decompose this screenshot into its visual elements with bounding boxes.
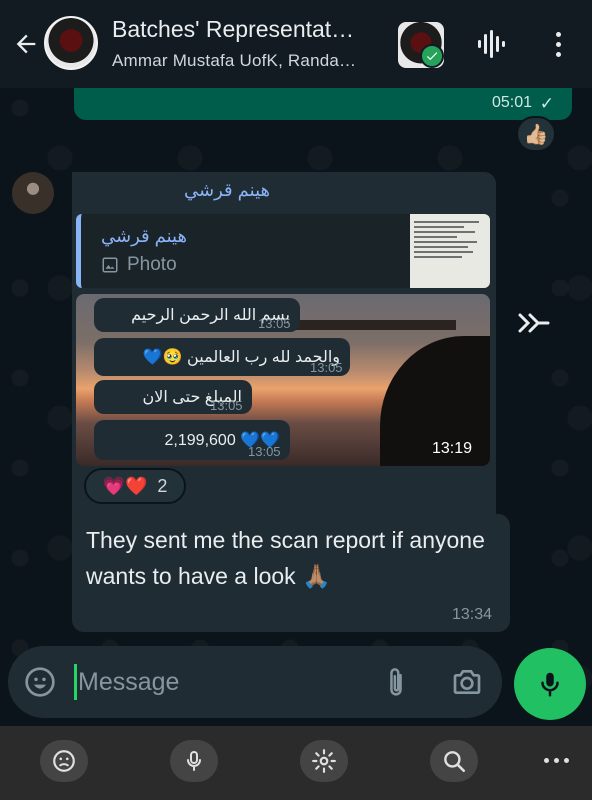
read-tick-icon: ✓ [539, 94, 554, 113]
group-avatar[interactable] [44, 16, 98, 70]
emoji-button[interactable] [24, 666, 56, 698]
reaction-badge[interactable]: 👍🏼 [516, 116, 556, 152]
quoted-sender: هينم قرشي [101, 226, 187, 246]
chat-header: Batches' Representat… Ammar Mustafa UofK… [0, 0, 592, 88]
outgoing-message-bubble[interactable]: 05:01 ✓ [74, 88, 572, 120]
search-button[interactable] [430, 740, 478, 782]
microphone-icon [187, 751, 201, 771]
chip-time: 13:05 [310, 360, 343, 375]
more-vertical-icon[interactable] [546, 28, 570, 60]
attach-button[interactable] [382, 666, 410, 700]
voice-record-button[interactable] [514, 648, 586, 720]
keyboard-toolbar [0, 726, 592, 800]
quoted-type-row: Photo [101, 254, 177, 276]
forward-double-chevron-icon [518, 313, 550, 333]
reaction-emojis: 💗❤️ [102, 475, 148, 496]
sender-avatar[interactable] [12, 172, 54, 214]
message-time: 13:34 [452, 606, 493, 623]
gear-icon [312, 749, 336, 773]
chip-time: 13:05 [248, 444, 281, 459]
search-icon [444, 751, 466, 773]
quoted-type-label: Photo [127, 254, 177, 275]
quoted-document-thumbnail [410, 214, 490, 288]
check-badge-icon [420, 44, 444, 68]
voice-chat-waveform-icon [478, 30, 505, 58]
camera-button[interactable] [450, 666, 484, 698]
reaction-count: 2 [157, 475, 168, 496]
voice-chat-button[interactable] [474, 28, 510, 60]
more-horizontal-icon[interactable] [538, 754, 574, 766]
chat-members-subtitle[interactable]: Ammar Mustafa UofK, Randa… [112, 51, 356, 71]
message-input[interactable] [78, 662, 368, 702]
sticker-face-icon [53, 750, 75, 772]
forward-button[interactable] [512, 302, 554, 344]
back-button[interactable] [10, 28, 42, 60]
voice-input-button[interactable] [170, 740, 218, 782]
sticker-button[interactable] [40, 740, 88, 782]
microphone-icon [541, 672, 559, 697]
text-cursor [74, 664, 77, 700]
settings-button[interactable] [300, 740, 348, 782]
paperclip-icon [390, 668, 402, 696]
arrow-left-icon [16, 34, 36, 54]
quoted-message[interactable]: هينم قرشي Photo [76, 214, 490, 288]
image-icon [102, 257, 118, 273]
camera-icon [453, 670, 481, 694]
message-time: 05:01 [491, 94, 532, 111]
chat-area[interactable]: 05:01 ✓ 👍🏼 هينم قرشي هينم قرشي Photo بسم… [0, 88, 592, 726]
message-time: 13:19 [432, 440, 473, 457]
chip-time: 13:05 [210, 398, 243, 413]
chip-time: 13:05 [258, 316, 291, 331]
chat-title[interactable]: Batches' Representat… [112, 16, 354, 43]
reaction-badge[interactable]: 💗❤️ 2 [84, 468, 186, 504]
emoji-icon [25, 667, 55, 697]
sender-name[interactable]: هينم قرشي [184, 180, 270, 201]
message-text: They sent me the scan report if anyone w… [86, 527, 485, 589]
